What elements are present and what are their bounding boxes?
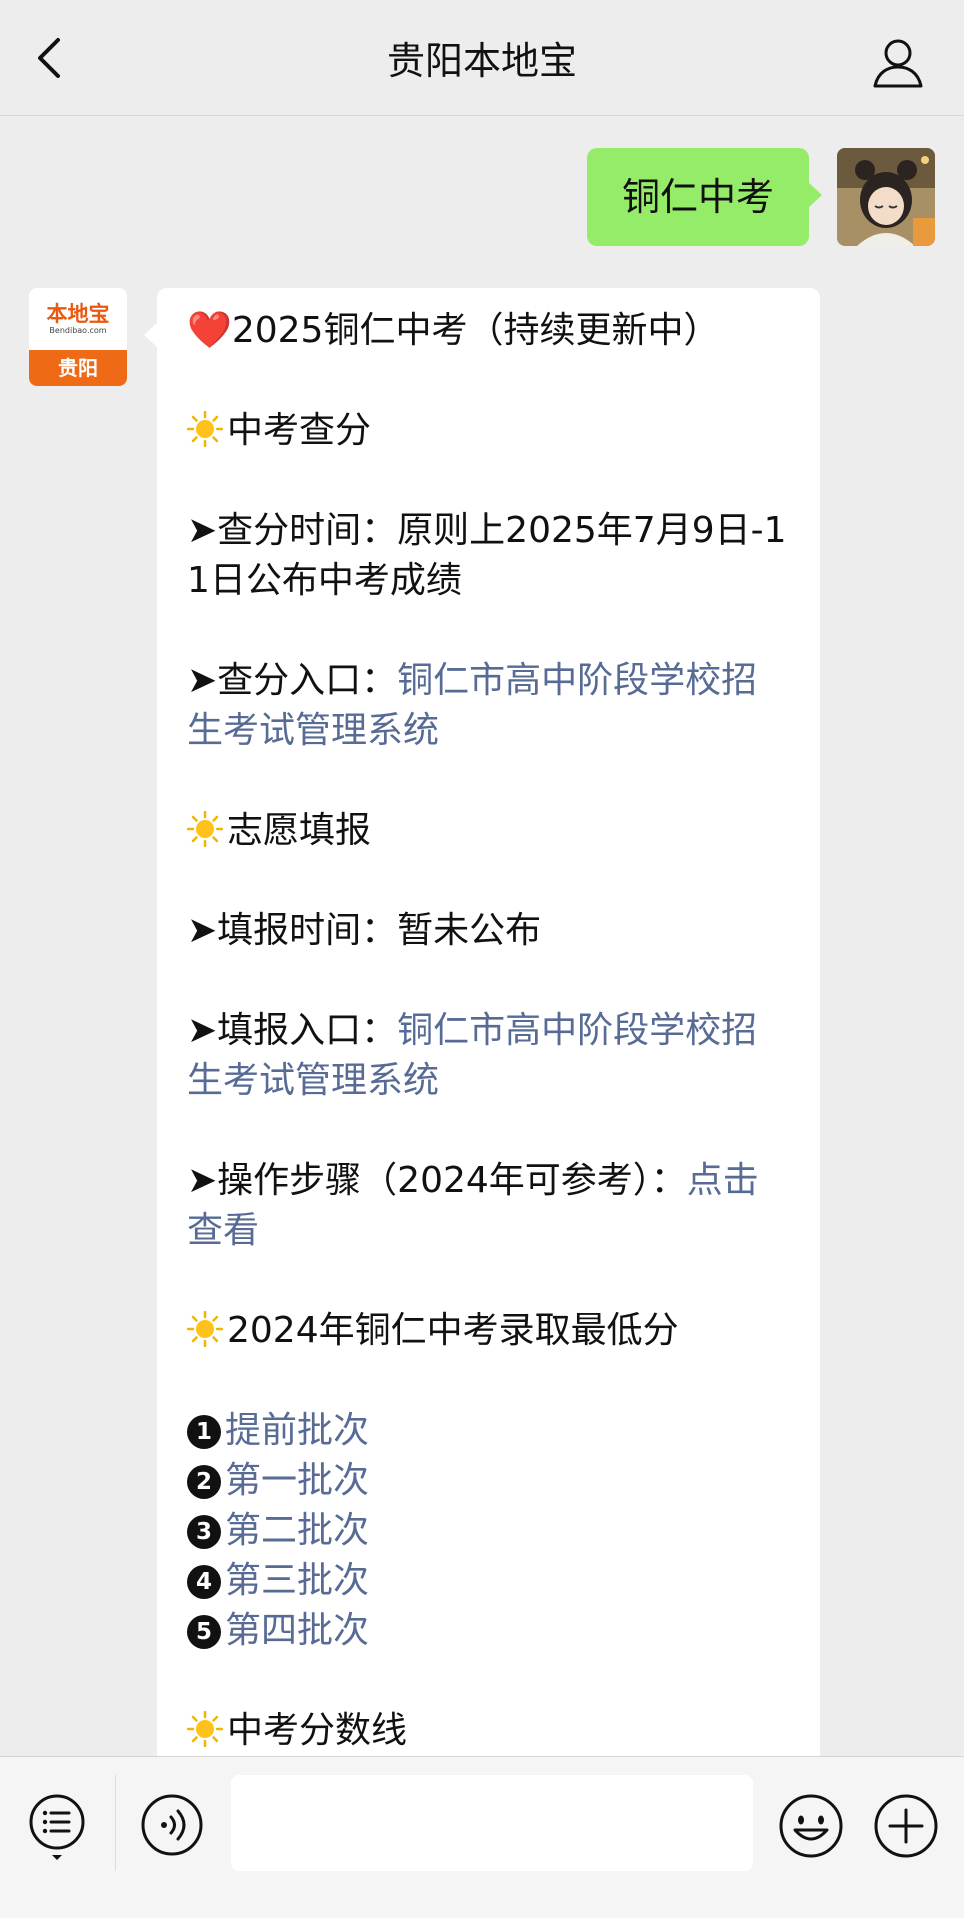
section-cutoff-title: 中考分数线 [227,1710,408,1751]
heart-icon: ❤️ [187,310,232,351]
section-heading: 2024年铜仁中考录取最低分 [187,1306,790,1356]
message-content: ❤️2025铜仁中考（持续更新中） 中考查分 ➤查分时间：原则上2025年7月9… [187,306,790,1756]
avatar-logo: 本地宝 Bendibao.com [29,288,127,350]
number-badge-icon: 4 [187,1565,221,1599]
apply-time-line: ➤填报时间：暂未公布 [187,906,790,956]
sun-icon [187,411,223,447]
section-min-score-title: 2024年铜仁中考录取最低分 [227,1310,679,1351]
avatar-city: 贵阳 [29,350,127,386]
batch-item: 3 第二批次 [187,1506,790,1556]
section-score-title: 中考查分 [227,410,372,451]
message-title: 2025铜仁中考（持续更新中） [231,310,720,351]
sun-icon [187,811,223,847]
outgoing-message-bubble[interactable]: 铜仁中考 [587,148,822,246]
steps-label: ➤操作步骤（2024年可参考）： [187,1160,687,1201]
user-avatar[interactable] [837,148,935,246]
message-input[interactable] [231,1775,753,1871]
batch-item: 2 第一批次 [187,1456,790,1506]
batch-link[interactable]: 提前批次 [225,1410,369,1451]
list-menu-icon[interactable] [28,1793,86,1863]
section-heading: 中考查分 [187,406,790,456]
incoming-message-bubble[interactable]: ❤️2025铜仁中考（持续更新中） 中考查分 ➤查分时间：原则上2025年7月9… [144,288,820,1756]
batch-item: 4 第三批次 [187,1556,790,1606]
emoji-icon[interactable] [778,1793,844,1859]
outgoing-message-text: 铜仁中考 [621,175,774,219]
batch-link[interactable]: 第二批次 [225,1510,369,1551]
score-entry-label: ➤查分入口： [187,660,398,701]
batch-link[interactable]: 第一批次 [225,1460,369,1501]
official-account-avatar[interactable]: 本地宝 Bendibao.com 贵阳 [29,288,127,386]
chat-title: 贵阳本地宝 [386,39,577,83]
batch-item: 1 提前批次 [187,1406,790,1456]
chat-area[interactable]: 铜仁中考 本地宝 Bendibao.com 贵阳 ❤️2025铜仁中考（持续更新… [0,116,964,1756]
section-heading: 中考分数线 [187,1706,790,1756]
plus-icon[interactable] [873,1793,939,1859]
chat-header: 贵阳本地宝 [0,0,964,116]
score-entry-line: ➤查分入口：铜仁市高中阶段学校招生考试管理系统 [187,656,790,756]
apply-time-label: ➤填报时间： [187,910,398,951]
person-icon[interactable] [870,34,926,90]
sun-icon [187,1711,223,1747]
avatar-logo-sub: Bendibao.com [49,326,107,335]
steps-line: ➤操作步骤（2024年可参考）：点击查看 [187,1156,790,1256]
message-title-line: ❤️2025铜仁中考（持续更新中） [187,306,790,356]
batch-link[interactable]: 第三批次 [225,1560,369,1601]
number-badge-icon: 1 [187,1415,221,1449]
section-apply-title: 志愿填报 [227,810,372,851]
section-heading: 志愿填报 [187,806,790,856]
avatar-logo-text: 本地宝 [46,301,110,326]
batch-item: 5 第四批次 [187,1606,790,1656]
apply-entry-label: ➤填报入口： [187,1010,398,1051]
score-time-label: ➤查分时间： [187,510,398,551]
apply-time-value: 暂未公布 [397,910,542,951]
apply-entry-line: ➤填报入口：铜仁市高中阶段学校招生考试管理系统 [187,1006,790,1106]
sun-icon [187,1311,223,1347]
score-time-line: ➤查分时间：原则上2025年7月9日-11日公布中考成绩 [187,506,790,606]
input-bar [0,1756,964,1918]
number-badge-icon: 5 [187,1615,221,1649]
number-badge-icon: 2 [187,1465,221,1499]
voice-icon[interactable] [140,1793,204,1857]
number-badge-icon: 3 [187,1515,221,1549]
batch-link[interactable]: 第四批次 [225,1610,369,1651]
divider [115,1775,116,1871]
